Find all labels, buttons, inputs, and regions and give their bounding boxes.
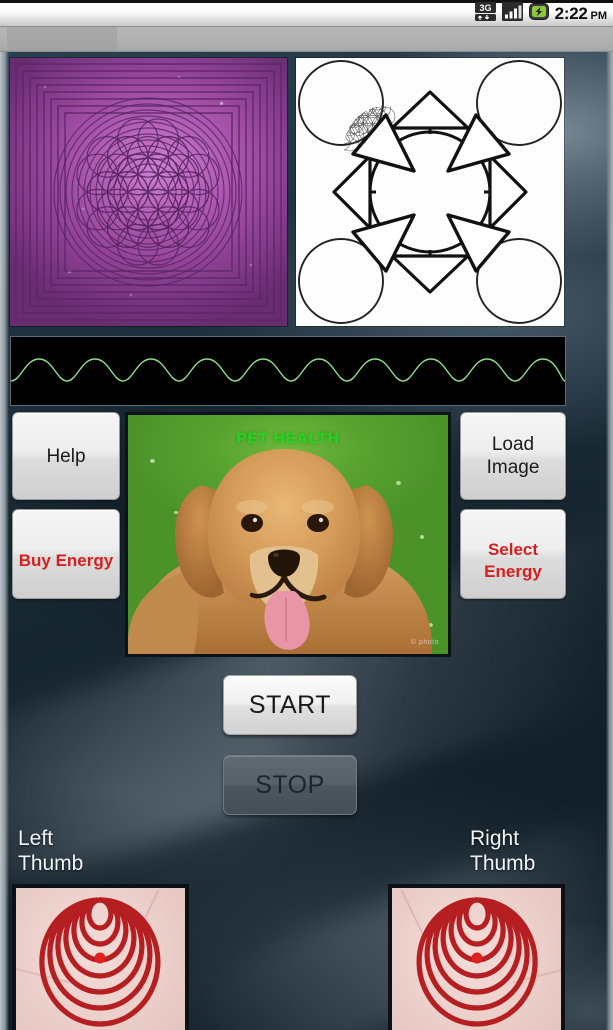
app-title-bar <box>0 27 613 52</box>
signal-bars-icon <box>501 1 523 26</box>
title-bar-segment <box>7 27 117 52</box>
left-thumb-label-line2: Thumb <box>18 852 84 875</box>
3g-data-icon: 3G <box>474 1 496 26</box>
right-thumb-pad[interactable] <box>388 884 565 1030</box>
yantra-geometry <box>10 58 287 326</box>
clock-time: 2:22 <box>554 3 588 23</box>
help-button[interactable]: Help <box>12 412 120 500</box>
stop-button-label: STOP <box>255 770 325 799</box>
photo-watermark: © photo <box>410 639 439 646</box>
loaded-photo-dog: PET HEALTH © photo <box>128 415 448 654</box>
load-image-button-label: Load Image <box>487 433 540 479</box>
loaded-photo-frame[interactable]: PET HEALTH © photo <box>125 412 451 657</box>
help-button-label: Help <box>46 445 86 467</box>
load-image-button[interactable]: Load Image <box>460 412 566 500</box>
select-energy-label-line2: Energy <box>484 562 542 581</box>
start-button[interactable]: START <box>223 675 357 735</box>
app-screen: 3G 2:22 PM Help Buy Energy Load Image Se… <box>0 0 613 1030</box>
select-energy-button[interactable]: Select Energy <box>460 509 566 599</box>
dog-illustration <box>128 449 433 654</box>
load-image-label-line2: Image <box>486 457 540 478</box>
dog-left-eye <box>241 514 263 532</box>
title-bar-divider <box>0 51 613 52</box>
dog-right-eye <box>307 514 329 532</box>
status-bar: 3G 2:22 PM <box>0 0 613 27</box>
purple-yantra-image[interactable] <box>10 58 287 326</box>
left-thumb-pad[interactable] <box>12 884 189 1030</box>
spiral-thumbprint-icon <box>416 897 538 1027</box>
battery-charging-icon <box>528 2 549 26</box>
buy-energy-button-label: Buy Energy <box>18 551 114 570</box>
status-bar-indicators: 3G 2:22 PM <box>474 0 607 27</box>
stop-button[interactable]: STOP <box>223 755 357 815</box>
left-thumb-label: Left Thumb <box>18 826 83 876</box>
load-image-label-line1: Load <box>491 434 535 455</box>
right-thumb-label: Right Thumb <box>470 826 535 876</box>
left-thumb-label-line1: Left <box>18 827 54 850</box>
spiral-thumbprint-icon <box>39 897 161 1027</box>
clock-ampm: PM <box>590 9 608 22</box>
select-energy-label-line1: Select <box>487 540 539 559</box>
radionics-geometry <box>296 58 564 326</box>
radionics-diagram-image[interactable] <box>296 58 564 326</box>
right-thumb-label-line1: Right <box>470 827 520 850</box>
thumbprint-center-dot <box>471 952 483 964</box>
start-button-label: START <box>248 690 332 719</box>
select-energy-button-label: Select Energy <box>484 539 542 583</box>
svg-text:3G: 3G <box>479 3 491 13</box>
buy-energy-button[interactable]: Buy Energy <box>12 509 120 599</box>
main-controls-row: Help Buy Energy Load Image Select Energy <box>0 412 613 662</box>
right-thumb-label-line2: Thumb <box>470 852 536 875</box>
photo-caption: PET HEALTH <box>236 430 340 447</box>
right-thumbprint-surface <box>392 888 561 1030</box>
sine-wave-curve <box>11 337 565 405</box>
status-clock: 2:22 PM <box>555 4 607 24</box>
geometry-image-row <box>0 58 613 328</box>
left-thumbprint-surface <box>16 888 185 1030</box>
sine-wave-display <box>10 336 566 406</box>
thumbprint-center-dot <box>94 952 106 964</box>
